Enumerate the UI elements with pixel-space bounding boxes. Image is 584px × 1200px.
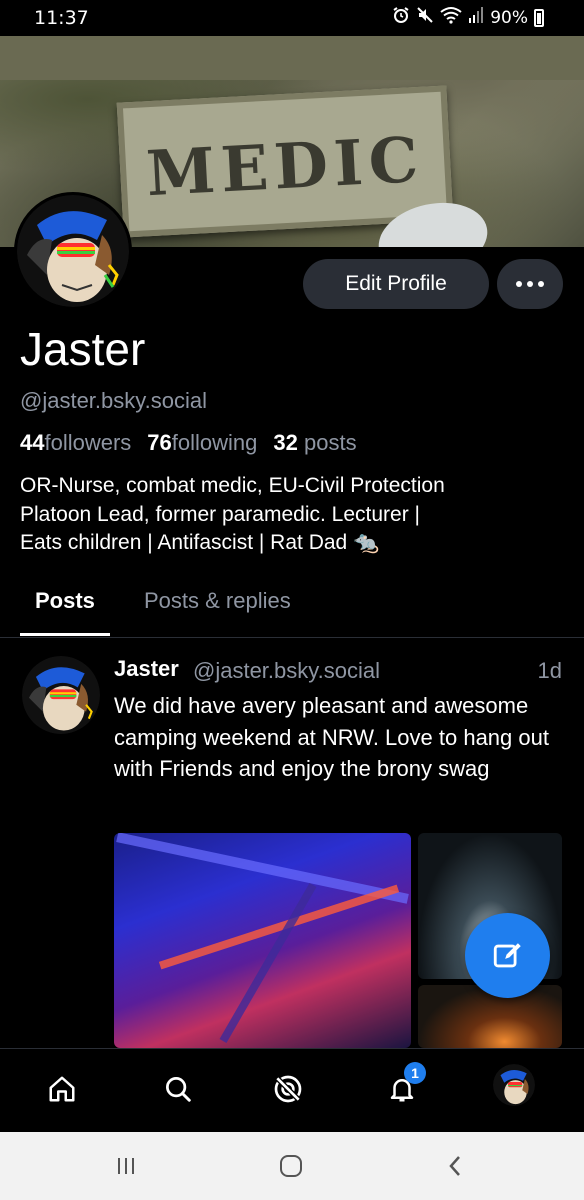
more-options-button[interactable]: [497, 259, 563, 309]
feeds-icon[interactable]: [266, 1067, 310, 1111]
tab-posts-and-replies[interactable]: Posts & replies: [144, 588, 291, 614]
profile-tabs: Posts Posts & replies: [0, 580, 584, 638]
home-button-icon[interactable]: [280, 1155, 302, 1177]
post-avatar[interactable]: [22, 656, 100, 734]
alarm-icon: [392, 6, 410, 29]
search-icon[interactable]: [156, 1067, 200, 1111]
banner-strap: [0, 36, 584, 80]
home-icon[interactable]: [40, 1067, 84, 1111]
compose-icon: [493, 942, 521, 967]
post-text: We did have avery pleasant and awesome c…: [114, 693, 549, 781]
status-time: 11:37: [34, 7, 89, 29]
bio-line: Platoon Lead, former paramedic. Lecturer…: [20, 502, 420, 526]
post-author-name[interactable]: Jaster: [114, 656, 179, 682]
posts-label: posts: [304, 430, 357, 455]
profile-avatar[interactable]: [14, 192, 132, 310]
followers-count: 44: [20, 430, 45, 455]
post-author-handle[interactable]: @jaster.bsky.social: [193, 658, 380, 684]
battery-percent: 90%: [490, 7, 528, 28]
followers-link[interactable]: 44followers: [20, 430, 131, 456]
edit-profile-button[interactable]: Edit Profile: [303, 259, 489, 309]
recent-apps-icon[interactable]: [118, 1158, 134, 1174]
compose-button[interactable]: [465, 913, 550, 998]
battery-icon: [534, 8, 544, 27]
back-icon[interactable]: [446, 1154, 464, 1182]
active-tab-indicator: [20, 633, 110, 636]
more-horizontal-icon-dot: [527, 281, 533, 287]
system-navigation-bar: [0, 1132, 584, 1200]
more-horizontal-icon-dot: [516, 281, 522, 287]
status-icons: 90%: [392, 6, 544, 29]
following-link[interactable]: 76following: [147, 430, 257, 456]
posts-count: 32: [273, 430, 298, 455]
following-count: 76: [147, 430, 172, 455]
profile-stats: 44followers 76following 32 posts: [20, 430, 357, 456]
posts-stat: 32 posts: [273, 430, 356, 456]
notifications-badge: 1: [404, 1062, 426, 1084]
following-label: following: [171, 430, 258, 455]
profile-bio: OR-Nurse, combat medic, EU-Civil Protect…: [20, 472, 560, 558]
signal-icon: [468, 6, 484, 29]
tab-posts[interactable]: Posts: [35, 588, 95, 614]
profile-nav-avatar[interactable]: [493, 1064, 535, 1106]
bio-line: OR-Nurse, combat medic, EU-Civil Protect…: [20, 474, 445, 497]
profile-handle: @jaster.bsky.social: [20, 388, 207, 413]
post-image-main[interactable]: [114, 833, 411, 1048]
mute-icon: [416, 6, 434, 29]
banner-patch-text: MEDIC: [144, 122, 426, 211]
bottom-navigation: 1: [0, 1048, 584, 1132]
bio-line: Eats children | Antifascist | Rat Dad 🐀: [20, 531, 380, 554]
wifi-icon: [440, 6, 462, 29]
followers-label: followers: [44, 430, 132, 455]
status-bar: 11:37 90%: [0, 0, 584, 36]
post-timestamp: 1d: [537, 658, 562, 683]
display-name: Jaster: [20, 323, 146, 375]
more-horizontal-icon-dot: [538, 281, 544, 287]
